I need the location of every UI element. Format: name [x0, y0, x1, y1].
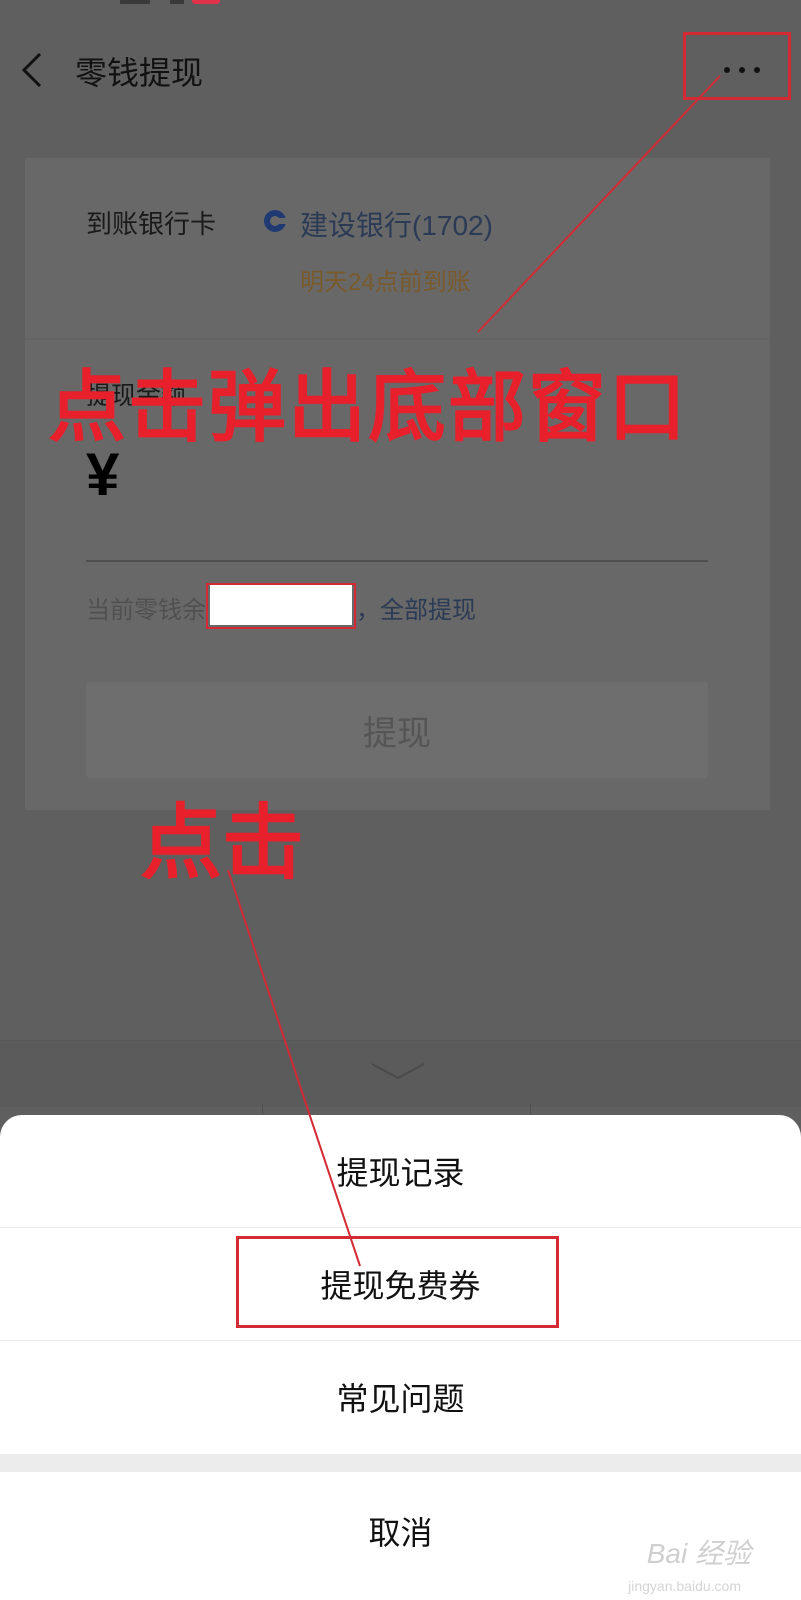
notification-badge: [192, 0, 220, 4]
amount-underline: [86, 560, 708, 562]
page-title: 零钱提现: [75, 55, 204, 91]
annotation-top-note: 点击弹出底部窗口: [48, 362, 689, 453]
bank-card-label: 到账银行卡: [86, 209, 217, 239]
sheet-item-faq[interactable]: 常见问题: [0, 1341, 801, 1453]
divider: [262, 1104, 263, 1114]
annotation-box-balance: [206, 583, 356, 629]
bank-selector[interactable]: 建设银行(1702): [300, 204, 493, 244]
divider: [530, 1104, 531, 1114]
wifi-icon: [170, 0, 184, 4]
annotation-box-more: [683, 32, 791, 100]
annotation-middle-note: 点击: [140, 795, 305, 891]
baidu-watermark: Bai 经验: [646, 1538, 751, 1569]
back-arrow-icon[interactable]: [20, 52, 48, 88]
chevron-down-icon[interactable]: [368, 1060, 428, 1082]
bottom-sheet: 提现记录 提现免费券 常见问题 取消: [0, 1115, 801, 1600]
sheet-item-withdraw-records[interactable]: 提现记录: [0, 1115, 801, 1227]
balance-text: 当前零钱余: [86, 597, 206, 624]
signal-icon: [120, 0, 150, 4]
sheet-gap: [0, 1454, 801, 1472]
status-right-icons: [520, 0, 760, 4]
cancel-button[interactable]: 取消: [0, 1472, 801, 1590]
card-divider: [25, 338, 770, 340]
baidu-watermark-url: jingyan.baidu.com: [628, 1578, 741, 1594]
withdraw-all-link[interactable]: ，全部提现: [356, 590, 476, 625]
withdraw-button[interactable]: 提现: [86, 682, 708, 778]
ccb-bank-icon: [264, 210, 288, 232]
arrival-time: 明天24点前到账: [300, 269, 471, 296]
annotation-box-coupon: [236, 1236, 559, 1328]
